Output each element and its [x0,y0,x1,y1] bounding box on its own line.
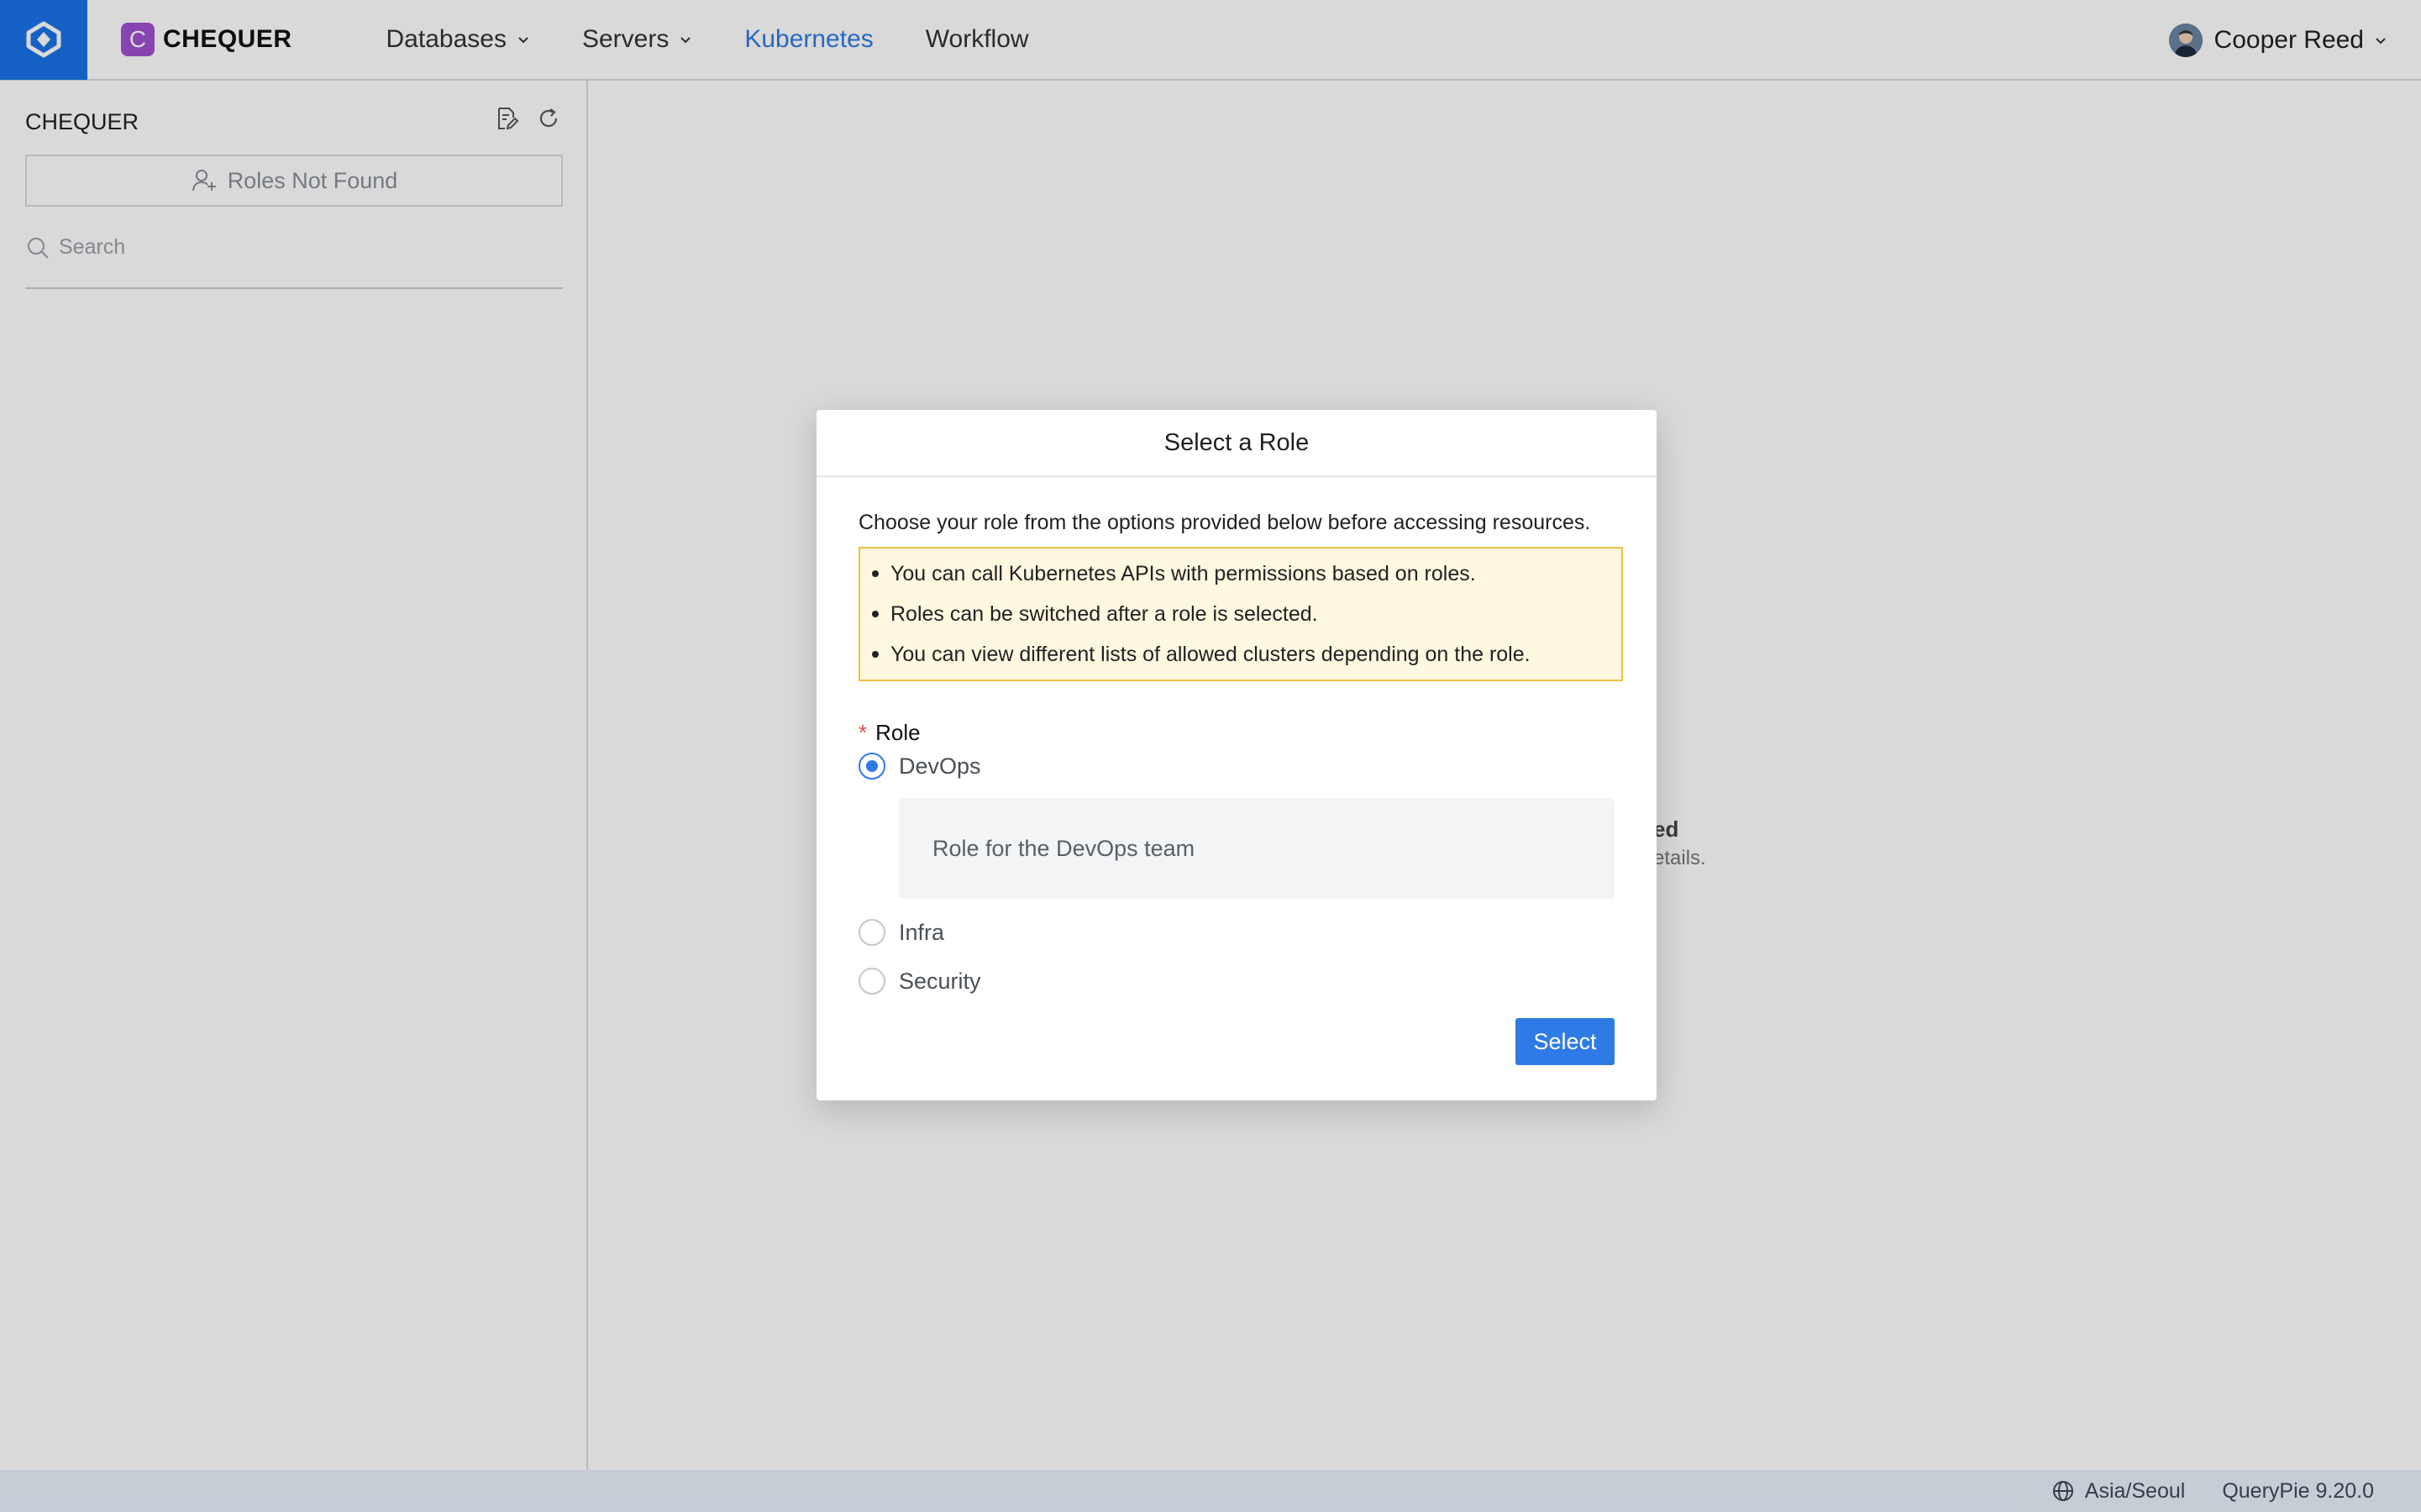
notice-text: Roles can be switched after a role is se… [890,601,1318,626]
role-label-text: Role [875,720,921,745]
role-option-security[interactable]: Security [859,968,1615,995]
radio-unchecked-icon[interactable] [859,968,885,995]
dialog-intro: Choose your role from the options provid… [859,511,1591,534]
notice-item: You can view different lists of allowed … [860,634,1621,675]
bullet-icon [872,570,879,577]
role-notice-box: You can call Kubernetes APIs with permis… [859,547,1623,681]
role-option-label: DevOps [899,753,981,779]
dialog-body: Choose your role from the options provid… [817,511,1657,995]
role-field-label: * Role [859,720,1615,746]
select-button[interactable]: Select [1515,1018,1615,1065]
notice-item: You can call Kubernetes APIs with permis… [860,554,1621,594]
dialog-title: Select a Role [817,410,1657,477]
role-description: Role for the DevOps team [899,798,1615,899]
bullet-icon [872,651,879,658]
role-option-infra[interactable]: Infra [859,919,1615,946]
select-role-dialog: Select a Role Choose your role from the … [817,410,1657,1100]
bullet-icon [872,611,879,617]
required-mark: * [859,720,868,745]
radio-unchecked-icon[interactable] [859,919,885,946]
role-option-label: Infra [899,919,945,945]
radio-checked-icon[interactable] [859,753,885,780]
notice-text: You can call Kubernetes APIs with permis… [890,561,1476,585]
role-option-label: Security [899,968,981,994]
role-option-devops[interactable]: DevOps [859,753,1615,780]
notice-item: Roles can be switched after a role is se… [860,594,1621,634]
notice-text: You can view different lists of allowed … [890,642,1531,666]
